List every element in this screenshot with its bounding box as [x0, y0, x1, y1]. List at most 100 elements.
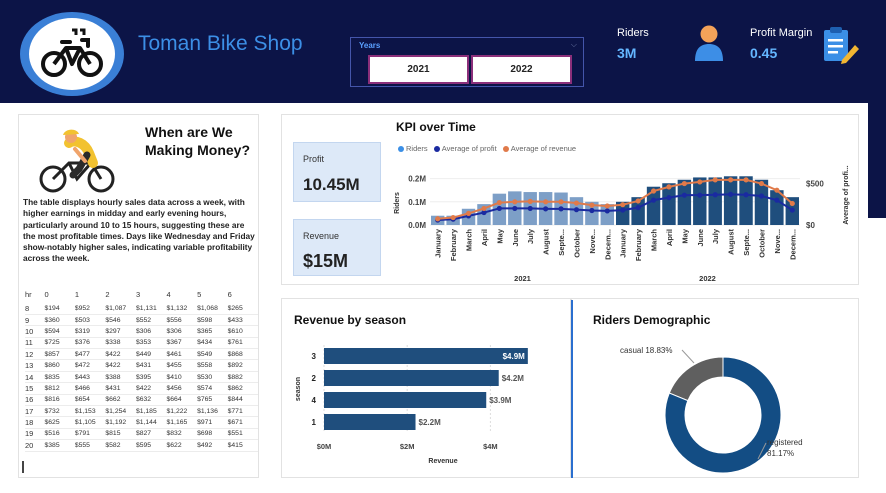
table-row: 10 $594 $319 $297 $306 $306 $365 $610 [25, 325, 258, 338]
table-cell: $698 [197, 428, 228, 441]
x-tick-label: October [757, 229, 766, 258]
table-cell: $455 [166, 359, 198, 372]
legend-riders: Riders [406, 144, 428, 153]
table-row: 8 $194 $952 $1,087 $1,131 $1,132 $1,068 $265 [25, 303, 258, 315]
table-cell: $306 [135, 325, 167, 338]
x-tick-label: April [480, 229, 489, 246]
table-row: 18 $625 $1,105 $1,192 $1,144 $1,165 $971 $671 [25, 416, 258, 429]
category-label: 4 [312, 396, 317, 405]
riders-bar [693, 177, 707, 225]
table-cell: $422 [105, 359, 136, 372]
kpi-legend: Riders Average of profit Average of reve… [394, 144, 576, 153]
table-cell: $827 [135, 428, 167, 441]
table-cell: 9 [25, 314, 45, 327]
table-cell: $410 [166, 371, 198, 384]
x-tick-label: August [727, 229, 736, 255]
table-row: 17 $732 $1,153 $1,254 $1,185 $1,222 $1,136 $771 [25, 405, 258, 418]
table-cell: $558 [197, 359, 228, 372]
table-cell: $1,192 [105, 416, 136, 429]
kpi-panel: Profit 10.45M Revenue $15M KPI over Time… [281, 114, 859, 285]
x-tick-label: March [465, 229, 474, 252]
y2-axis-label: Average of profi... [843, 165, 850, 224]
slicer-title: Years [359, 41, 381, 50]
table-cell: $1,222 [166, 405, 198, 418]
revenue-point [712, 177, 718, 183]
table-cell: $594 [44, 325, 75, 338]
year-button-2022[interactable]: 2022 [471, 55, 572, 84]
table-header-cell: hr [25, 289, 32, 299]
table-cell: $431 [105, 382, 136, 395]
profit-line [437, 193, 793, 222]
table-header-cell: 6 [227, 289, 232, 299]
label-casual: casual 18.83% [620, 346, 672, 355]
profit-point [681, 192, 687, 198]
revenue-by-season-panel: Revenue by season season $0M $2M $4M Revenue… [281, 298, 571, 478]
profit-point [512, 205, 518, 212]
profit-margin-value: 0.45 [750, 45, 778, 61]
table-cell: $319 [74, 325, 106, 338]
table-cell: $477 [74, 348, 106, 361]
scrollbar[interactable] [22, 461, 24, 473]
table-cell: $265 [227, 303, 258, 315]
table-cell: $1,068 [197, 303, 228, 315]
revenue-value: $15M [303, 251, 349, 271]
table-cell: $632 [135, 394, 167, 407]
table-cell: $595 [135, 439, 167, 452]
table-cell: 19 [25, 428, 45, 441]
year-slicer[interactable]: Years ⌵ 2021 2022 [350, 37, 584, 87]
table-cell: $610 [227, 325, 258, 338]
header-extension [868, 103, 886, 218]
table-cell: $367 [166, 337, 198, 350]
revenue-card: Revenue $15M [293, 219, 381, 276]
x-tick-label: June [511, 229, 520, 247]
table-cell: $892 [227, 359, 258, 372]
table-row: 20 $385 $555 $582 $595 $622 $492 $415 [25, 439, 258, 452]
brand-title: Toman Bike Shop [138, 32, 303, 55]
year-button-2021[interactable]: 2021 [368, 55, 469, 84]
x-tick-label: October [572, 229, 581, 258]
season-bar [324, 370, 499, 386]
table-cell: $1,153 [74, 405, 106, 418]
data-label: $4.2M [502, 374, 525, 383]
table-cell: $835 [44, 371, 75, 384]
chevron-down-icon[interactable]: ⌵ [571, 40, 577, 50]
table-cell: $1,105 [74, 416, 106, 429]
table-cell: $503 [74, 314, 106, 327]
table-body: 8 $194 $952 $1,087 $1,131 $1,132 $1,068 $265 9 $3… [25, 303, 258, 452]
table-cell: $1,165 [166, 416, 198, 429]
table-cell: 18 [25, 416, 45, 429]
table-cell: $433 [227, 314, 258, 327]
x-axis-label: Revenue [428, 458, 457, 465]
revenue-point [604, 203, 610, 209]
table-cell: $388 [105, 371, 136, 384]
revenue-point [635, 198, 641, 204]
profit-point [635, 205, 641, 211]
table-cell: $654 [74, 394, 106, 407]
profit-value: 10.45M [303, 175, 360, 194]
revenue-point [481, 205, 487, 212]
section-title: When are We Making Money? [145, 124, 251, 158]
table-cell: $422 [105, 348, 136, 361]
table-row: 15 $812 $466 $431 $422 $456 $574 $862 [25, 382, 258, 395]
legend-profit: Average of profit [441, 144, 497, 153]
table-cell: $431 [135, 359, 167, 372]
revenue-point [527, 198, 533, 204]
profit-point [589, 207, 595, 214]
category-label: 3 [312, 352, 317, 361]
profit-margin-label: Profit Margin [750, 27, 813, 39]
table-cell: $1,132 [166, 303, 198, 315]
table-header-cell: 4 [166, 289, 171, 299]
profit-point [774, 197, 780, 203]
table-cell: $556 [166, 314, 198, 327]
table-row: 19 $516 $791 $815 $827 $832 $698 $551 [25, 428, 258, 441]
table-header-row: hr 0 1 2 3 4 5 6 [25, 289, 258, 303]
table-row: 9 $360 $503 $546 $552 $556 $598 $433 [25, 314, 258, 327]
revenue-point [450, 214, 456, 221]
data-label: $3.9M [489, 396, 512, 405]
table-cell: 13 [25, 359, 45, 372]
table-cell: $816 [44, 394, 75, 407]
season-bar [324, 348, 528, 364]
season-bar [324, 414, 416, 430]
table-cell: $461 [166, 348, 198, 361]
table-cell: $791 [74, 428, 106, 441]
